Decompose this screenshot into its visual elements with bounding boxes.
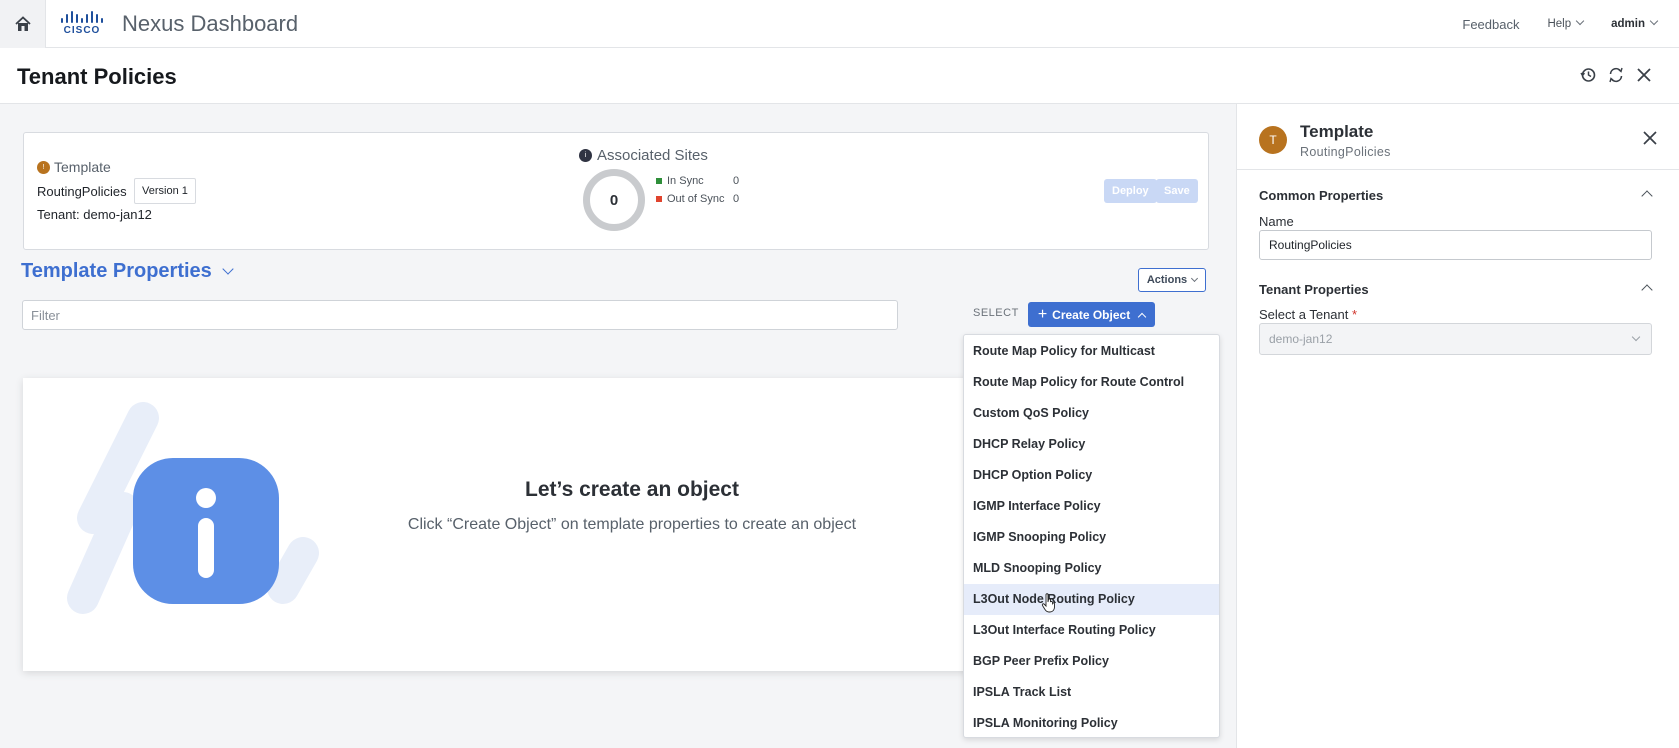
- create-menu-item[interactable]: L3Out Node Routing Policy: [964, 584, 1219, 615]
- deploy-button[interactable]: Deploy: [1104, 179, 1157, 203]
- create-object-menu: Route Map Policy for Multicast Route Map …: [963, 334, 1220, 738]
- create-menu-item[interactable]: MLD Snooping Policy: [964, 553, 1219, 584]
- create-menu-item[interactable]: DHCP Option Policy: [964, 460, 1219, 491]
- tenant-properties-header[interactable]: Tenant Properties: [1259, 282, 1369, 297]
- template-summary-card: ! Template RoutingPolicies Version 1 Ten…: [23, 132, 1209, 250]
- cisco-bars-icon: [61, 10, 103, 23]
- user-name: admin: [1611, 18, 1645, 30]
- chevron-down-icon: [1649, 16, 1659, 26]
- chevron-up-icon[interactable]: [1641, 284, 1653, 296]
- side-panel-title: Template: [1300, 122, 1374, 141]
- history-icon[interactable]: [1579, 66, 1597, 84]
- tenant-select-label-text: Select a Tenant: [1259, 307, 1349, 322]
- page-title: Tenant Policies: [17, 64, 177, 89]
- hand-cursor-icon: [1041, 593, 1055, 613]
- help-menu[interactable]: Help: [1547, 16, 1585, 30]
- template-side-panel: T Template RoutingPolicies Common Proper…: [1236, 104, 1679, 748]
- cisco-logo: CISCO: [60, 10, 104, 38]
- chevron-up-icon: [1137, 312, 1147, 321]
- refresh-icon[interactable]: [1607, 66, 1625, 84]
- name-input[interactable]: [1259, 230, 1652, 260]
- page-header: Tenant Policies: [0, 48, 1679, 104]
- tenant-select-label: Select a Tenant *: [1259, 307, 1357, 322]
- feedback-link[interactable]: Feedback: [1462, 17, 1519, 32]
- user-menu[interactable]: admin: [1611, 16, 1659, 30]
- out-of-sync-count: 0: [733, 193, 740, 205]
- common-properties-header[interactable]: Common Properties: [1259, 188, 1383, 203]
- version-tag: Version 1: [134, 178, 196, 204]
- out-of-sync-swatch: [656, 196, 662, 202]
- create-menu-item[interactable]: Route Map Policy for Multicast: [964, 336, 1219, 367]
- create-menu-item[interactable]: Custom QoS Policy: [964, 398, 1219, 429]
- template-properties-title: Template Properties: [21, 260, 212, 282]
- in-sync-label: In Sync: [667, 175, 704, 187]
- template-properties-toggle[interactable]: Template Properties: [21, 260, 234, 283]
- side-panel-subtitle: RoutingPolicies: [1300, 145, 1391, 159]
- app-title: Nexus Dashboard: [122, 10, 299, 36]
- info-icon: i: [579, 149, 592, 162]
- associated-sites-label: i Associated Sites: [579, 147, 708, 164]
- chevron-down-icon: [1631, 332, 1641, 342]
- create-object-button[interactable]: + Create Object: [1028, 302, 1155, 327]
- chevron-up-icon[interactable]: [1641, 190, 1653, 202]
- create-menu-item[interactable]: L3Out Interface Routing Policy: [964, 615, 1219, 646]
- actions-button[interactable]: Actions: [1138, 268, 1206, 292]
- name-label: Name: [1259, 214, 1294, 229]
- actions-label: Actions: [1146, 274, 1188, 286]
- top-right-menu: Feedback Help admin: [1462, 0, 1659, 48]
- in-sync-swatch: [656, 178, 662, 184]
- template-label-text: Template: [54, 159, 111, 175]
- close-icon[interactable]: [1635, 66, 1653, 84]
- empty-state-card: Let’s create an object Click “Create Obj…: [23, 378, 1023, 671]
- template-name: RoutingPolicies: [37, 184, 127, 199]
- legend-in-sync: In Sync 0: [656, 172, 739, 190]
- save-button[interactable]: Save: [1156, 179, 1198, 203]
- sites-total: 0: [609, 191, 619, 209]
- create-menu-item[interactable]: DHCP Relay Policy: [964, 429, 1219, 460]
- create-menu-item[interactable]: IGMP Snooping Policy: [964, 522, 1219, 553]
- sync-legend: In Sync 0 Out of Sync 0: [656, 172, 739, 208]
- in-sync-count: 0: [733, 175, 740, 187]
- create-menu-item[interactable]: Route Map Policy for Route Control: [964, 367, 1219, 398]
- create-menu-item[interactable]: IGMP Interface Policy: [964, 491, 1219, 522]
- cisco-wordmark: CISCO: [63, 24, 101, 36]
- out-of-sync-label: Out of Sync: [667, 193, 725, 205]
- home-icon: [14, 15, 31, 31]
- chevron-down-icon: [1575, 16, 1585, 26]
- template-label: ! Template: [37, 159, 111, 175]
- chevron-down-icon: [1191, 274, 1199, 282]
- sites-donut-chart: 0: [583, 169, 645, 231]
- template-avatar: T: [1259, 126, 1287, 154]
- filter-input[interactable]: [22, 300, 898, 330]
- create-object-label: Create Object: [1052, 307, 1131, 322]
- template-status-icon: !: [37, 160, 50, 174]
- select-label: SELECT: [973, 307, 1019, 319]
- top-bar: CISCO Nexus Dashboard Feedback Help admi…: [0, 0, 1679, 48]
- create-menu-item[interactable]: IPSLA Track List: [964, 677, 1219, 708]
- tenant-select-value: demo-jan12: [1269, 332, 1333, 346]
- tenant-info: Tenant: demo-jan12: [37, 207, 152, 222]
- help-label: Help: [1547, 18, 1572, 30]
- required-mark: *: [1352, 307, 1358, 322]
- header-actions: [1579, 66, 1653, 84]
- chevron-down-icon: [222, 262, 234, 275]
- associated-sites-text: Associated Sites: [597, 147, 708, 164]
- close-icon[interactable]: [1642, 130, 1658, 146]
- create-menu-item[interactable]: BGP Peer Prefix Policy: [964, 646, 1219, 677]
- home-button[interactable]: [0, 0, 46, 48]
- tenant-select[interactable]: demo-jan12: [1259, 323, 1652, 355]
- plus-icon: +: [1037, 305, 1048, 323]
- side-panel-header: T Template RoutingPolicies: [1237, 104, 1679, 170]
- legend-out-of-sync: Out of Sync 0: [656, 190, 739, 208]
- create-menu-item[interactable]: IPSLA Monitoring Policy: [964, 708, 1219, 739]
